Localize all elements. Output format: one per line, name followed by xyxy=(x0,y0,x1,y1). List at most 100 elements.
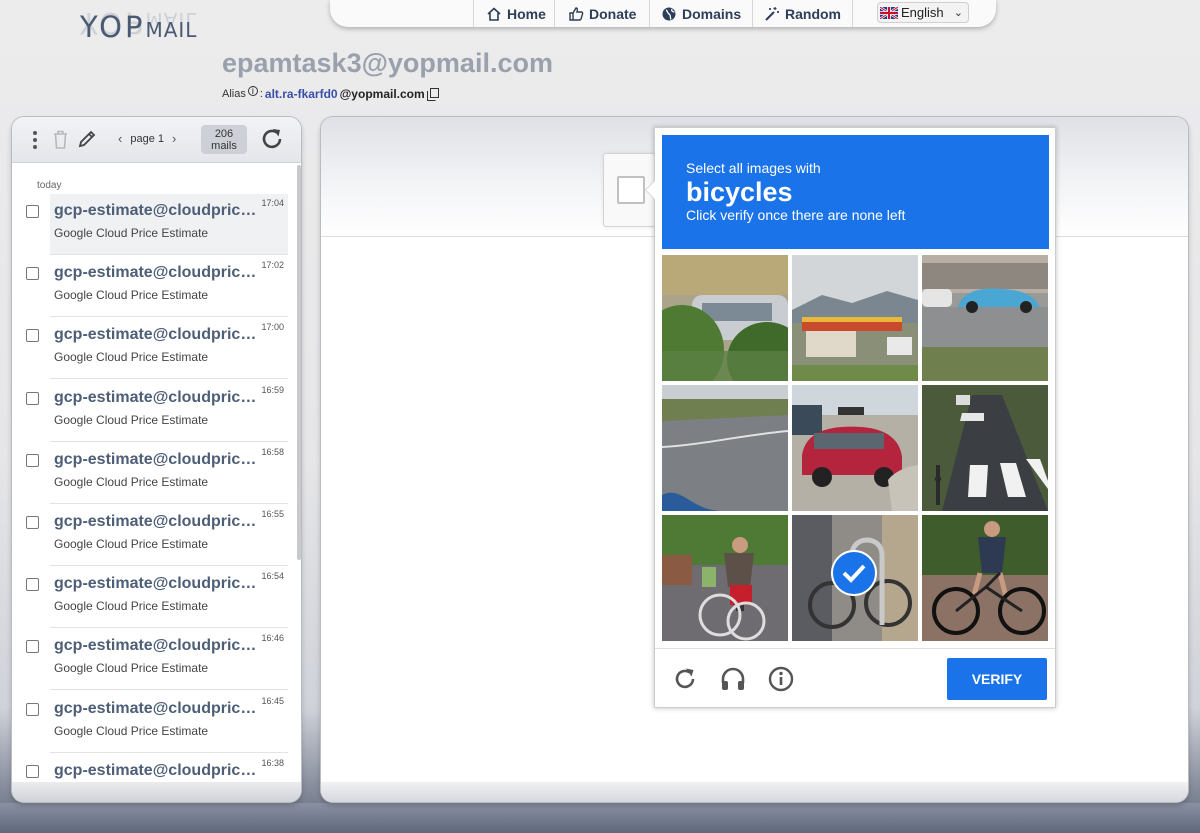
mail-time: 17:00 xyxy=(261,322,284,332)
nav-home-label: Home xyxy=(507,5,546,22)
pencil-icon[interactable] xyxy=(77,129,97,149)
trash-icon[interactable] xyxy=(53,130,68,149)
page-label: page 1 xyxy=(130,132,164,145)
captcha-tile-cyclist-on-road[interactable] xyxy=(922,515,1048,641)
mail-checkbox[interactable] xyxy=(26,516,39,529)
captcha-tile-crosswalk[interactable] xyxy=(922,385,1048,511)
more-vertical-icon[interactable] xyxy=(31,130,39,150)
mail-time: 16:54 xyxy=(261,571,284,581)
mail-checkbox[interactable] xyxy=(26,267,39,280)
info-icon[interactable] xyxy=(768,666,794,692)
inbox-panel: ‹ page 1 › 206 mails today gcp-estimate@… xyxy=(12,117,301,802)
nav-donate-label: Donate xyxy=(589,5,637,22)
mail-subject: Google Cloud Price Estimate xyxy=(54,288,209,302)
pagination: ‹ page 1 › xyxy=(118,131,176,146)
nav-random[interactable]: Random xyxy=(752,0,852,27)
mail-sender: gcp-estimate@cloudpricingcalculator.apps… xyxy=(54,326,259,343)
mail-sender: gcp-estimate@cloudpricingcalculator.apps… xyxy=(54,762,259,779)
recaptcha-checkbox[interactable] xyxy=(617,176,645,204)
nav-home[interactable]: Home xyxy=(473,0,554,27)
inbox-scrollbar[interactable] xyxy=(297,165,301,560)
mail-sender: gcp-estimate@cloudpricingcalculator.apps… xyxy=(54,451,259,468)
mail-sender: gcp-estimate@cloudpricingcalculator.apps… xyxy=(54,700,259,717)
mail-subject: Google Cloud Price Estimate xyxy=(54,724,209,738)
list-item[interactable]: gcp-estimate@cloudpricingcalculator.apps… xyxy=(12,629,301,691)
captcha-tile-parked-bicycle[interactable] xyxy=(792,515,918,641)
mail-checkbox[interactable] xyxy=(26,454,39,467)
nav-domains[interactable]: Domains xyxy=(649,0,752,27)
list-item[interactable]: gcp-estimate@cloudpricingcalculator.apps… xyxy=(12,505,301,567)
list-item[interactable]: gcp-estimate@cloudpricingcalculator.apps… xyxy=(12,194,301,256)
mail-subject: Google Cloud Price Estimate xyxy=(54,537,209,551)
list-item[interactable]: gcp-estimate@cloudpricingcalculator.apps… xyxy=(12,318,301,380)
mail-subject: Google Cloud Price Estimate xyxy=(54,413,209,427)
mail-sender: gcp-estimate@cloudpricingcalculator.apps… xyxy=(54,389,259,406)
captcha-image-grid xyxy=(662,255,1049,642)
chevron-left-icon[interactable]: ‹ xyxy=(118,131,122,146)
mail-subject: Google Cloud Price Estimate xyxy=(54,226,209,240)
mail-checkbox[interactable] xyxy=(26,329,39,342)
mail-time: 16:58 xyxy=(261,447,284,457)
mail-time: 16:46 xyxy=(261,633,284,643)
mail-checkbox[interactable] xyxy=(26,703,39,716)
chevron-right-icon[interactable]: › xyxy=(172,131,176,146)
logo-reflection: YOPMAIL xyxy=(80,6,198,40)
mail-time: 16:55 xyxy=(261,509,284,519)
captcha-pointer xyxy=(645,180,655,200)
captcha-tile-hedge-and-car[interactable] xyxy=(662,255,788,381)
top-navigation: Home Donate Domains Random English ⌄ xyxy=(330,0,996,27)
list-item[interactable]: gcp-estimate@cloudpricingcalculator.apps… xyxy=(12,567,301,629)
list-item[interactable]: gcp-estimate@cloudpricingcalculator.apps… xyxy=(12,692,301,754)
mail-time: 16:38 xyxy=(261,758,284,768)
globe-icon xyxy=(662,7,676,20)
mail-count-number: 206 xyxy=(214,128,234,140)
info-icon[interactable]: i xyxy=(247,86,258,97)
headphones-icon[interactable] xyxy=(720,666,746,692)
mail-checkbox[interactable] xyxy=(26,578,39,591)
list-item[interactable]: gcp-estimate@cloudpricingcalculator.apps… xyxy=(12,256,301,318)
captcha-challenge: Select all images with bicycles Click ve… xyxy=(645,127,1056,708)
reload-icon[interactable] xyxy=(672,666,698,692)
current-mailbox-address: epamtask3@yopmail.com xyxy=(222,48,553,78)
mail-sender: gcp-estimate@cloudpricingcalculator.apps… xyxy=(54,575,259,592)
page-bottom-band xyxy=(0,803,1200,833)
uk-flag-icon xyxy=(880,6,898,19)
list-item[interactable]: gcp-estimate@cloudpricingcalculator.apps… xyxy=(12,443,301,505)
nav-domains-label: Domains xyxy=(682,5,742,22)
nav-donate[interactable]: Donate xyxy=(554,0,649,27)
tile-selected-check-icon xyxy=(831,550,877,596)
captcha-instruction: Select all images with xyxy=(686,160,821,176)
inbox-panel-footer xyxy=(12,782,301,802)
mail-time: 16:59 xyxy=(261,385,284,395)
mail-checkbox[interactable] xyxy=(26,640,39,653)
verify-button[interactable]: VERIFY xyxy=(947,658,1047,700)
mail-checkbox[interactable] xyxy=(26,392,39,405)
inbox-toolbar: ‹ page 1 › 206 mails xyxy=(12,117,301,163)
chevron-down-icon: ⌄ xyxy=(953,7,963,19)
thumbs-up-icon xyxy=(569,6,584,21)
mail-subject: Google Cloud Price Estimate xyxy=(54,350,209,364)
message-panel-footer xyxy=(321,782,1188,802)
alias-row: Alias i : alt.ra-fkarfd0 @yopmail.com xyxy=(222,86,439,101)
language-select[interactable]: English ⌄ xyxy=(877,2,969,23)
captcha-tile-red-car-parking[interactable] xyxy=(792,385,918,511)
mail-time: 17:04 xyxy=(261,198,284,208)
mail-sender: gcp-estimate@cloudpricingcalculator.apps… xyxy=(54,202,259,219)
captcha-tile-gas-station[interactable] xyxy=(792,255,918,381)
day-label: today xyxy=(37,180,62,191)
copy-icon[interactable] xyxy=(426,87,439,101)
mail-checkbox[interactable] xyxy=(26,765,39,778)
magic-wand-icon xyxy=(765,6,779,21)
alias-domain: @yopmail.com xyxy=(339,87,425,101)
captcha-tile-cyclist-with-bags[interactable] xyxy=(662,515,788,641)
captcha-tile-street-cars[interactable] xyxy=(922,255,1048,381)
mail-checkbox[interactable] xyxy=(26,205,39,218)
alias-prefix[interactable]: alt.ra-fkarfd0 xyxy=(265,87,338,101)
list-item[interactable]: gcp-estimate@cloudpricingcalculator.apps… xyxy=(12,381,301,443)
captcha-tile-road-curve[interactable] xyxy=(662,385,788,511)
mail-time: 17:02 xyxy=(261,260,284,270)
refresh-icon[interactable] xyxy=(259,126,285,152)
captcha-sub-instruction: Click verify once there are none left xyxy=(686,207,906,223)
mail-subject: Google Cloud Price Estimate xyxy=(54,599,209,613)
captcha-footer: VERIFY xyxy=(655,648,1055,708)
